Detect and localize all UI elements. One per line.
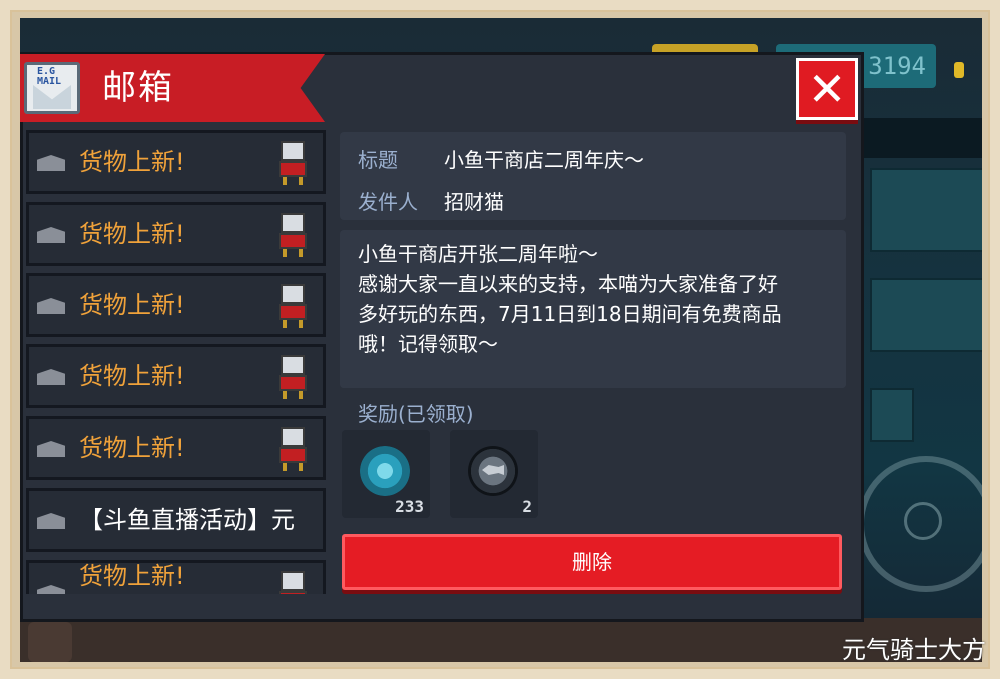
mail-icon-label-bottom: MAIL [37,76,62,87]
envelope-icon [37,513,65,529]
close-icon: ✕ [807,62,847,116]
mail-detail-header: 标题 小鱼干商店二周年庆～ 发件人 招财猫 [340,132,846,220]
reward-quantity: 2 [522,497,532,516]
lucky-cat-icon [279,427,307,471]
mail-list-item[interactable]: 【斗鱼直播活动】元 [26,488,326,552]
lucky-cat-icon [279,571,307,594]
mail-body-line: 感谢大家一直以来的支持，本喵为大家准备了好 [358,272,778,296]
background-tile [870,168,982,252]
reward-quantity: 233 [395,497,424,516]
mail-list-item[interactable]: 货物上新! [26,416,326,480]
mail-item-label: 货物上新! [79,362,185,390]
envelope-icon [37,155,65,171]
mail-item-label: 货物上新! [79,220,185,248]
envelope-icon [37,227,65,243]
sender-field-label: 发件人 [358,190,418,214]
mail-body-line: 哦！记得领取～ [358,332,498,356]
watermark: 元气骑士大方 [842,636,986,664]
mail-item-label: 【斗鱼直播活动】元 [79,506,295,534]
game-scene: 3194 E.G MAIL 邮箱 ✕ 货物上新! 货物上新! 货物上新! 货物上… [20,18,982,662]
bottom-floor [20,618,982,662]
mail-sender: 招财猫 [444,190,504,214]
envelope-icon [37,441,65,457]
mailbox-title: 邮箱 [102,68,174,108]
background-wall [864,118,982,158]
envelope-icon [37,585,65,594]
mail-body[interactable]: 小鱼干商店开张二周年啦～ 感谢大家一直以来的支持，本喵为大家准备了好 多好玩的东… [340,230,846,388]
background-tile [870,388,914,442]
background-tile [870,278,982,352]
character-portrait [28,622,72,662]
lucky-cat-icon [279,355,307,399]
coin-icon [954,62,964,78]
mail-list[interactable]: 货物上新! 货物上新! 货物上新! 货物上新! 货物上新! 【斗鱼直播活动】元 [26,130,326,594]
close-button[interactable]: ✕ [796,58,858,120]
gem-icon [360,446,410,496]
rewards-title: 奖励(已领取) [358,402,474,426]
fish-coin-icon [468,446,518,496]
lucky-cat-icon [279,284,307,328]
mail-item-label: 货物上新! [79,291,185,319]
mail-list-item[interactable]: 货物上新! [26,202,326,266]
title-field-label: 标题 [358,148,398,172]
mail-list-item[interactable]: 货物上新! [26,344,326,408]
envelope-icon [37,369,65,385]
mail-list-item[interactable]: 货物上新! [26,130,326,194]
mail-body-line: 多好玩的东西，7月11日到18日期间有免费商品 [358,302,782,326]
reward-slot[interactable]: 233 [342,430,430,518]
mail-body-line: 小鱼干商店开张二周年啦～ [358,242,598,266]
mail-subject: 小鱼干商店二周年庆～ [444,148,644,172]
lucky-cat-icon [279,141,307,185]
reward-slot[interactable]: 2 [450,430,538,518]
mail-icon: E.G MAIL [24,62,80,114]
aim-joystick[interactable] [858,456,982,592]
mail-list-item[interactable]: 货物上新! [26,273,326,337]
envelope-icon [37,298,65,314]
scroll-fade [340,368,846,388]
mail-item-label: 货物上新! [79,562,185,590]
lucky-cat-icon [279,213,307,257]
delete-button[interactable]: 删除 [342,534,842,590]
mail-item-label: 货物上新! [79,148,185,176]
mail-item-label: 货物上新! [79,434,185,462]
mail-list-item[interactable]: 货物上新! [26,560,326,594]
